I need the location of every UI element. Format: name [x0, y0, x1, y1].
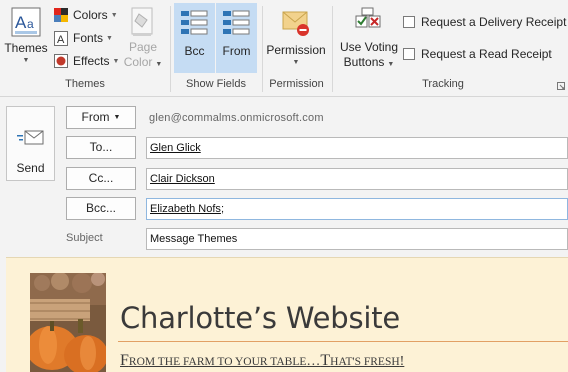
from-field-button[interactable]: From	[216, 3, 257, 73]
tagline: FROM THE FARM TO YOUR TABLE…THAT'S FRESH…	[120, 352, 404, 370]
pumpkins-photo	[30, 273, 106, 372]
from-icon	[223, 10, 250, 35]
recipient-token[interactable]: Glen Glick	[150, 142, 201, 154]
effects-label: Effects	[73, 54, 110, 68]
voting-label-line1: Use Voting	[339, 40, 399, 54]
tagline-part: !	[399, 354, 405, 369]
svg-text:A: A	[57, 34, 65, 46]
recipient-separator: ;	[220, 203, 224, 215]
bcc-button[interactable]: Bcc...	[66, 197, 136, 220]
send-button[interactable]: Send	[6, 106, 55, 181]
from-field-label: From	[222, 44, 251, 58]
chevron-down-icon: ▼	[112, 57, 120, 65]
page-color-label-line1: Page	[128, 40, 158, 54]
subject-field[interactable]: Message Themes	[146, 228, 568, 250]
colors-label: Colors	[73, 8, 108, 22]
page-color-label-line2: Color	[123, 55, 153, 69]
tagline-part: ROM THE FARM TO YOUR TABLE	[128, 356, 307, 368]
from-button-label: From	[81, 110, 110, 124]
recipient-token[interactable]: Elizabeth Nofs	[150, 203, 221, 215]
permission-button[interactable]: Permission ▼	[264, 6, 328, 74]
effects-button[interactable]: Effects ▼	[53, 51, 119, 71]
chevron-down-icon: ▼	[113, 114, 121, 122]
fonts-button[interactable]: A Fonts ▼	[53, 28, 113, 48]
from-address: glen@commalms.onmicrosoft.com	[149, 112, 324, 124]
bcc-icon	[181, 10, 208, 35]
page-color-label-row: Color ▼	[122, 55, 164, 70]
chevron-down-icon: ▼	[110, 11, 118, 19]
checkbox-box[interactable]	[403, 16, 415, 28]
fonts-label: Fonts	[73, 31, 104, 45]
bcc-field-button[interactable]: Bcc	[174, 3, 215, 73]
bcc-field[interactable]: Elizabeth Nofs;	[146, 198, 568, 220]
subject-value: Message Themes	[150, 233, 238, 245]
dialog-launcher-icon[interactable]	[557, 82, 565, 90]
voting-icon	[355, 7, 381, 28]
message-header: Send From ▼ glen@commalms.onmicrosoft.com…	[0, 98, 568, 258]
fonts-icon: A	[53, 30, 69, 46]
effects-icon	[53, 53, 69, 69]
group-label-tracking: Tracking	[422, 78, 464, 90]
colors-button[interactable]: Colors ▼	[53, 5, 118, 25]
send-label: Send	[16, 161, 45, 175]
from-button[interactable]: From ▼	[66, 106, 136, 129]
read-receipt-label: Request a Read Receipt	[421, 47, 552, 61]
title-rule	[118, 341, 568, 342]
checkbox-box[interactable]	[403, 48, 415, 60]
themes-button[interactable]: A a Themes ▼	[4, 6, 48, 74]
to-field[interactable]: Glen Glick	[146, 137, 568, 159]
request-delivery-receipt-checkbox[interactable]: Request a Delivery Receipt	[403, 15, 566, 29]
chevron-down-icon: ▼	[155, 61, 163, 68]
permission-label: Permission	[266, 43, 326, 57]
recipient-token[interactable]: Clair Dickson	[150, 173, 215, 185]
cc-field[interactable]: Clair Dickson	[146, 168, 568, 190]
permission-icon	[282, 11, 309, 36]
voting-label-line2: Buttons	[343, 55, 385, 69]
group-label-permission: Permission	[269, 78, 324, 90]
send-envelope-icon	[17, 130, 44, 145]
svg-text:A: A	[15, 13, 27, 32]
tagline-part: …	[306, 354, 321, 369]
delivery-receipt-label: Request a Delivery Receipt	[421, 15, 567, 29]
tagline-part: F	[120, 352, 129, 369]
to-button[interactable]: To...	[66, 136, 136, 159]
chevron-down-icon: ▼	[22, 57, 30, 64]
tagline-part: T	[320, 352, 331, 369]
bcc-field-label: Bcc	[184, 44, 205, 58]
subject-label: Subject	[66, 232, 103, 244]
group-label-themes: Themes	[65, 78, 105, 90]
message-body[interactable]: Charlotte’s Website FROM THE FARM TO YOU…	[6, 257, 568, 372]
chevron-down-icon: ▼	[387, 61, 395, 68]
cc-button[interactable]: Cc...	[66, 167, 136, 190]
use-voting-buttons-button[interactable]: Use Voting Buttons ▼	[337, 6, 401, 76]
colors-icon	[53, 7, 69, 23]
themes-icon: A a	[11, 7, 41, 37]
group-label-show-fields: Show Fields	[186, 78, 246, 90]
paint-bucket-icon	[131, 7, 153, 36]
chevron-down-icon: ▼	[106, 34, 113, 42]
svg-text:a: a	[27, 17, 34, 31]
tagline-part: HAT'S FRESH	[330, 356, 400, 368]
voting-label-row: Buttons ▼	[337, 55, 401, 70]
themes-label: Themes	[4, 41, 48, 55]
chevron-down-icon: ▼	[292, 59, 300, 66]
site-title: Charlotte’s Website	[120, 301, 401, 335]
page-color-button[interactable]: Page Color ▼	[122, 6, 164, 76]
ribbon: A a Themes ▼ Colors ▼ A Fonts ▼ Effects …	[0, 0, 568, 97]
request-read-receipt-checkbox[interactable]: Request a Read Receipt	[403, 47, 552, 61]
